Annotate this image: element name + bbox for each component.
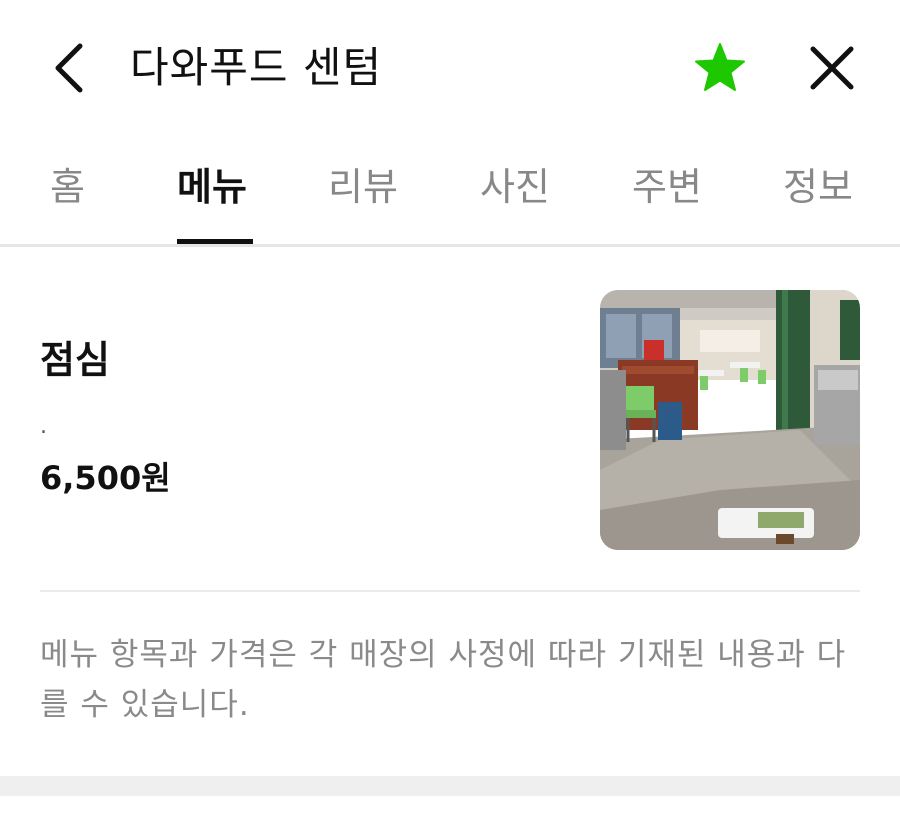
menu-item-description: . xyxy=(40,414,47,439)
page-title: 다와푸드 센텀 xyxy=(130,43,383,92)
menu-item-price: 6,500원 xyxy=(40,459,171,497)
favorite-button[interactable] xyxy=(692,40,748,96)
menu-notice: 메뉴 항목과 가격은 각 매장의 사정에 따라 기재된 내용과 다를 수 있습니… xyxy=(40,637,847,723)
menu-item-photo[interactable] xyxy=(600,290,860,550)
tab-info[interactable]: 정보 xyxy=(783,155,853,247)
back-button[interactable] xyxy=(40,40,96,96)
divider xyxy=(40,590,860,592)
tab-nearby[interactable]: 주변 xyxy=(632,155,702,247)
tab-menu[interactable]: 메뉴 xyxy=(177,155,247,247)
tab-photos[interactable]: 사진 xyxy=(480,155,550,247)
tab-home[interactable]: 홈 xyxy=(50,155,85,247)
close-button[interactable] xyxy=(802,40,862,96)
chevron-left-icon xyxy=(55,43,83,93)
section-separator xyxy=(0,776,900,796)
close-icon xyxy=(810,46,854,90)
cafeteria-photo xyxy=(600,290,860,550)
menu-item-name: 점심 xyxy=(40,338,110,382)
tab-bar: 홈 메뉴 리뷰 사진 주변 정보 xyxy=(0,135,900,247)
active-tab-indicator xyxy=(177,239,253,244)
menu-item[interactable]: 점심 . 6,500원 xyxy=(40,250,860,590)
top-app-bar: 다와푸드 센텀 xyxy=(0,0,900,135)
tab-reviews[interactable]: 리뷰 xyxy=(328,155,398,247)
star-icon xyxy=(695,43,745,91)
